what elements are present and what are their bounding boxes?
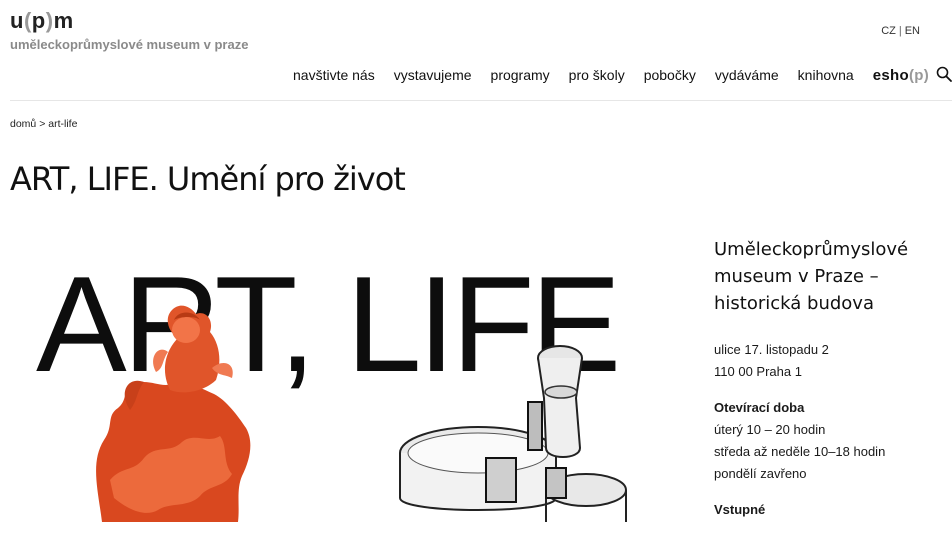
opening-hours-line-1: úterý 10 – 20 hodin — [714, 422, 826, 437]
eshop-text: esho — [872, 67, 909, 84]
logo-m: m — [53, 8, 74, 33]
breadcrumb-separator: > — [39, 118, 46, 130]
admission-label: Vstupné — [714, 502, 766, 517]
venue-title: Uměleckoprůmyslové museum v Praze – hist… — [714, 239, 909, 314]
eshop-paren-close: ) — [923, 67, 929, 84]
nav-item-knihovna[interactable]: knihovna — [798, 67, 854, 83]
breadcrumb-current: art-life — [48, 118, 78, 130]
opening-hours-line-3: pondělí zavřeno — [714, 466, 807, 481]
lang-separator: | — [898, 25, 902, 37]
logo-u: u — [10, 8, 24, 33]
nav-item-pobocky[interactable]: pobočky — [644, 67, 696, 83]
coral-figurine — [96, 305, 251, 522]
eshop-p: p — [914, 67, 924, 84]
page-title: ART, LIFE. Umění pro život — [10, 160, 406, 198]
nav-item-eshop[interactable]: esho(p) — [873, 67, 929, 84]
opening-hours-label: Otevírací doba — [714, 400, 805, 415]
lang-en-link[interactable]: EN — [905, 25, 920, 37]
nav-item-pro-skoly[interactable]: pro školy — [569, 67, 625, 83]
site-header: u(p)m uměleckoprůmyslové museum v praze … — [0, 0, 952, 101]
lang-cz-link[interactable]: CZ — [881, 25, 896, 37]
header-divider — [10, 100, 952, 101]
opening-hours-line-2: středa až neděle 10–18 hodin — [714, 444, 886, 459]
logo-p: p — [31, 8, 46, 33]
nav-item-programy[interactable]: programy — [491, 67, 550, 83]
address-line-2: 110 00 Praha 1 — [714, 364, 802, 379]
nav-item-vydavame[interactable]: vydáváme — [715, 67, 779, 83]
address-line-1: ulice 17. listopadu 2 — [714, 342, 829, 357]
hero-image: ART, LIFE — [10, 240, 682, 522]
language-switcher: CZ | EN — [881, 25, 920, 37]
logo-subtitle[interactable]: uměleckoprůmyslové museum v praze — [10, 37, 248, 52]
logo-paren-close: ) — [45, 8, 54, 33]
nav-item-navstivte-nas[interactable]: navštivte nás — [293, 67, 375, 83]
address-block: ulice 17. listopadu 2 110 00 Praha 1 — [714, 339, 944, 383]
breadcrumb: domů > art-life — [10, 118, 77, 130]
breadcrumb-home-link[interactable]: domů — [10, 118, 36, 130]
logo-paren-open: ( — [23, 8, 32, 33]
search-icon[interactable] — [936, 66, 952, 82]
glass-objects — [399, 345, 627, 522]
visit-info-sidebar: Uměleckoprůmyslové museum v Praze – hist… — [714, 236, 944, 535]
opening-hours-block: Otevírací doba úterý 10 – 20 hodin střed… — [714, 397, 944, 485]
admission-block: Vstupné — [714, 499, 944, 521]
main-nav: navštivte nás vystavujeme programy pro š… — [293, 67, 948, 84]
nav-item-vystavujeme[interactable]: vystavujeme — [394, 67, 472, 83]
logo[interactable]: u(p)m — [10, 8, 74, 34]
hero-illustration — [96, 305, 627, 522]
